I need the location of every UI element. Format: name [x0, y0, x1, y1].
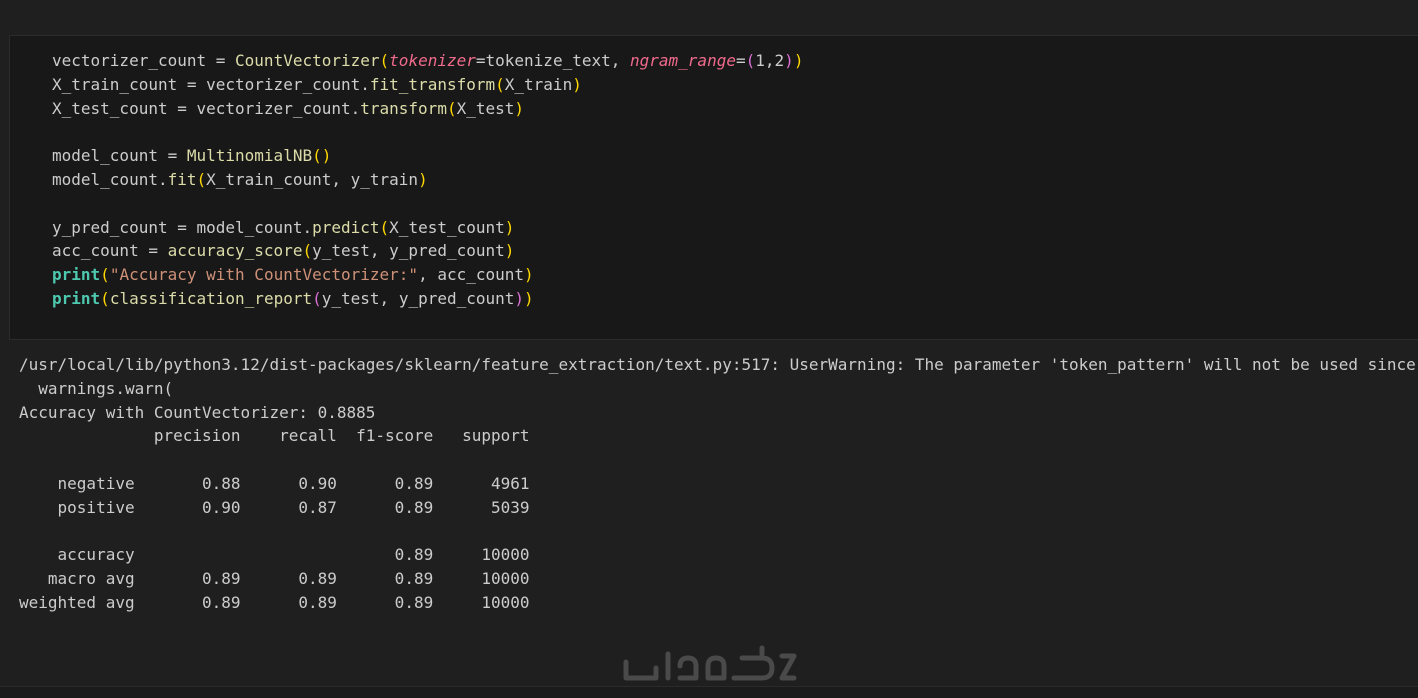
code-token: ( [312, 146, 322, 166]
code-token: predict [312, 217, 380, 237]
code-token: ( [100, 265, 110, 285]
code-line[interactable] [52, 192, 803, 216]
code-line[interactable]: print("Accuracy with CountVectorizer:", … [52, 263, 803, 287]
output-line: /usr/local/lib/python3.12/dist-packages/… [19, 355, 1416, 374]
code-token: ) [418, 169, 428, 189]
code-token: y_pred_count = model_count. [52, 217, 313, 237]
code-token: ) [572, 74, 582, 94]
code-token: "Accuracy with CountVectorizer:" [109, 265, 419, 285]
code-token: CountVectorizer [235, 51, 380, 70]
code-line[interactable] [52, 120, 803, 144]
next-cell-edge [0, 686, 1418, 698]
code-token: ( [196, 169, 207, 189]
code-token: X_train_count = vectorizer_count. [52, 74, 370, 94]
code-line[interactable]: X_train_count = vectorizer_count.fit_tra… [52, 73, 803, 97]
code-token: ) [504, 217, 515, 237]
code-token: ) [321, 146, 332, 166]
code-token: ) [514, 288, 525, 308]
code-token: print [52, 288, 101, 308]
output-line: positive 0.90 0.87 0.89 5039 [19, 497, 530, 517]
code-token: MultinomialNB [186, 146, 313, 166]
code-token: ( [446, 98, 457, 118]
code-token: accuracy_score [167, 241, 303, 261]
code-token: X_train [504, 74, 573, 94]
code-token: X_test_count [389, 217, 505, 237]
cell-output: /usr/local/lib/python3.12/dist-packages/… [19, 353, 1416, 615]
code-token: ( [100, 288, 110, 308]
code-cell[interactable]: vectorizer_count = CountVectorizer(token… [9, 35, 1418, 340]
code-token: print [52, 265, 101, 285]
code-token: ( [379, 51, 390, 70]
code-token: , acc_count [418, 265, 525, 285]
code-token: =tokenize_text, [475, 51, 630, 70]
code-token: 2 [774, 51, 785, 70]
code-token: ngram_range [630, 51, 736, 70]
code-token: classification_report [109, 288, 313, 308]
output-line: negative 0.88 0.90 0.89 4961 [19, 473, 530, 493]
code-token: X_test_count = vectorizer_count. [52, 98, 361, 118]
code-token: y_test, y_pred_count [321, 288, 515, 308]
code-token: model_count = [52, 146, 187, 166]
output-line: accuracy 0.89 10000 [19, 545, 530, 565]
output-line: warnings.warn( [19, 378, 174, 398]
code-token: vectorizer_count [52, 51, 216, 70]
code-token: fit_transform [369, 74, 496, 94]
output-line: macro avg 0.89 0.89 0.89 10000 [19, 569, 530, 589]
code-token: ) [504, 241, 515, 261]
code-token: tokenizer [389, 51, 476, 70]
khamsat-watermark-logo [623, 645, 797, 681]
code-token: ( [745, 51, 756, 70]
code-token: = [735, 51, 746, 70]
code-token: acc_count = [52, 241, 168, 261]
code-line[interactable]: vectorizer_count = CountVectorizer(token… [52, 49, 803, 73]
code-token: model_count. [52, 169, 168, 189]
code-token: ( [495, 74, 505, 94]
code-line[interactable]: X_test_count = vectorizer_count.transfor… [52, 97, 803, 121]
code-editor[interactable]: vectorizer_count = CountVectorizer(token… [52, 49, 803, 311]
code-token: ) [784, 51, 794, 70]
code-token: X_train_count, y_train [206, 169, 419, 189]
code-token: ( [379, 217, 390, 237]
code-line[interactable]: print(classification_report(y_test, y_pr… [52, 287, 803, 311]
code-token: transform [360, 98, 447, 118]
output-line: precision recall f1-score support [19, 426, 530, 446]
code-token: ( [302, 241, 313, 261]
code-line[interactable]: acc_count = accuracy_score(y_test, y_pre… [52, 239, 803, 263]
code-token: ) [514, 98, 525, 118]
code-token: ) [793, 51, 804, 70]
code-line[interactable]: model_count.fit(X_train_count, y_train) [52, 168, 803, 192]
code-line[interactable]: model_count = MultinomialNB() [52, 144, 803, 168]
code-token: , [764, 51, 775, 70]
code-line[interactable]: y_pred_count = model_count.predict(X_tes… [52, 216, 803, 240]
code-token: ) [524, 288, 534, 308]
code-token: y_test, y_pred_count [312, 241, 505, 261]
notebook-page: vectorizer_count = CountVectorizer(token… [0, 0, 1418, 698]
code-token: fit [167, 169, 197, 189]
code-token: ) [524, 265, 534, 285]
output-line: weighted avg 0.89 0.89 0.89 10000 [19, 592, 530, 612]
output-line: Accuracy with CountVectorizer: 0.8885 [19, 402, 376, 422]
code-token: X_test [456, 98, 515, 118]
code-token: ( [312, 288, 322, 308]
code-token: 1 [755, 51, 765, 70]
code-token: = [215, 51, 236, 70]
